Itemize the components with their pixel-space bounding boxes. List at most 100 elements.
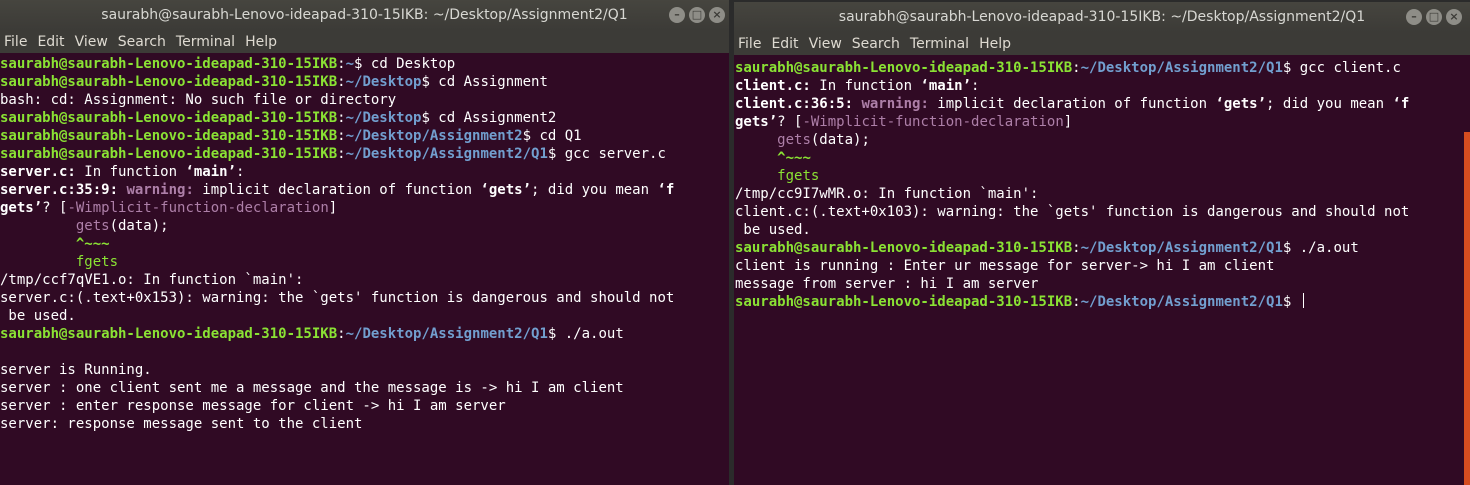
caret-marker: ^~~~: [777, 150, 811, 166]
menu-terminal[interactable]: Terminal: [176, 34, 235, 50]
close-button[interactable]: ×: [709, 7, 725, 23]
output-text: :: [1072, 294, 1081, 310]
menu-file[interactable]: File: [4, 34, 27, 50]
terminal-line: bash: cd: Assignment: No such file or di…: [0, 91, 729, 109]
output-text: ]: [1063, 114, 1073, 130]
menu-help[interactable]: Help: [979, 36, 1011, 52]
window-controls: – □ ×: [669, 7, 725, 23]
terminal-line: server is Running.: [0, 361, 729, 379]
suggestion-text: fgets: [75, 254, 119, 270]
terminal-line: client is running : Enter ur message for…: [735, 257, 1470, 275]
output-text: ; did you mean: [1266, 96, 1393, 112]
output-text: server : one client sent me a message an…: [0, 380, 624, 396]
code-token: gets: [75, 218, 110, 234]
prompt-path: ~: [345, 56, 355, 72]
output-text: be used.: [735, 222, 811, 238]
output-text: $ gcc server.c: [547, 146, 666, 162]
prompt-user: saurabh@saurabh-Lenovo-ideapad-310-15IKB: [0, 128, 338, 144]
warning-label: warning:: [861, 96, 938, 112]
output-text: $ cd Q1: [522, 128, 582, 144]
prompt-user: saurabh@saurabh-Lenovo-ideapad-310-15IKB: [0, 146, 338, 162]
terminal-line: saurabh@saurabh-Lenovo-ideapad-310-15IKB…: [0, 73, 729, 91]
terminal-line: fgets: [735, 167, 1470, 185]
terminal-line: gets(data);: [735, 131, 1470, 149]
output-text: :: [1072, 60, 1081, 76]
output-text: In function: [810, 78, 921, 94]
terminal-window-right[interactable]: saurabh@saurabh-Lenovo-ideapad-310-15IKB…: [734, 2, 1470, 485]
terminal-line: client.c: In function ‘main’:: [735, 77, 1470, 95]
prompt-user: saurabh@saurabh-Lenovo-ideapad-310-15IKB: [0, 56, 338, 72]
output-text: server: response message sent to the cli…: [0, 416, 363, 432]
menubar-left: File Edit View Search Terminal Help: [0, 30, 729, 53]
menu-terminal[interactable]: Terminal: [910, 36, 969, 52]
output-text: /tmp/ccf7qVE1.o: In function `main':: [0, 272, 304, 288]
output-text: :: [337, 74, 346, 90]
terminal-line: server : enter response message for clie…: [0, 397, 729, 415]
output-text: $: [1282, 294, 1300, 310]
warning-label: warning:: [126, 182, 203, 198]
minimize-button[interactable]: –: [669, 7, 685, 23]
menu-view[interactable]: View: [75, 34, 108, 50]
menu-help[interactable]: Help: [245, 34, 277, 50]
terminal-line: server.c:35:9: warning: implicit declara…: [0, 181, 729, 199]
warning-flag: -Wimplicit-function-declaration: [67, 200, 329, 216]
output-text: /tmp/cc9I7wMR.o: In function `main':: [735, 186, 1039, 202]
terminal-line: fgets: [0, 253, 729, 271]
output-text: $ cd Assignment: [421, 74, 548, 90]
terminal-line: saurabh@saurabh-Lenovo-ideapad-310-15IKB…: [735, 59, 1470, 77]
terminal-output[interactable]: saurabh@saurabh-Lenovo-ideapad-310-15IKB…: [0, 53, 729, 433]
output-text: ? [: [777, 114, 803, 130]
bold-text: client.c:: [735, 78, 811, 94]
maximize-button[interactable]: □: [1426, 9, 1442, 25]
terminal-line: saurabh@saurabh-Lenovo-ideapad-310-15IKB…: [735, 293, 1470, 311]
prompt-path: ~/Desktop/Assignment2/Q1: [1080, 240, 1283, 256]
output-text: :: [337, 146, 346, 162]
terminal-output[interactable]: saurabh@saurabh-Lenovo-ideapad-310-15IKB…: [734, 55, 1470, 311]
menu-search[interactable]: Search: [852, 36, 900, 52]
output-text: client is running : Enter ur message for…: [735, 258, 1275, 274]
prompt-user: saurabh@saurabh-Lenovo-ideapad-310-15IKB: [0, 74, 338, 90]
maximize-button[interactable]: □: [689, 7, 705, 23]
bold-text: gets’: [0, 200, 43, 216]
terminal-window-left[interactable]: saurabh@saurabh-Lenovo-ideapad-310-15IKB…: [0, 0, 729, 485]
terminal-line: ^~~~: [0, 235, 729, 253]
terminal-line: be used.: [735, 221, 1470, 239]
window-controls: – □ ×: [1406, 9, 1462, 25]
output-text: bash: cd: Assignment: No such file or di…: [0, 92, 397, 108]
bold-text: ‘f: [657, 182, 675, 198]
terminal-line: saurabh@saurabh-Lenovo-ideapad-310-15IKB…: [0, 109, 729, 127]
menu-edit[interactable]: Edit: [37, 34, 64, 50]
close-button[interactable]: ×: [1446, 9, 1462, 25]
bold-text: server.c:: [0, 164, 76, 180]
output-text: be used.: [0, 308, 76, 324]
bold-text: server.c:35:9:: [0, 182, 127, 198]
menu-search[interactable]: Search: [118, 34, 166, 50]
prompt-path: ~/Desktop/Assignment2/Q1: [1080, 294, 1283, 310]
bold-text: gets’: [735, 114, 778, 130]
output-text: (data);: [810, 132, 870, 148]
minimize-button[interactable]: –: [1406, 9, 1422, 25]
terminal-line: message from server : hi I am server: [735, 275, 1470, 293]
terminal-line: gets’? [-Wimplicit-function-declaration]: [0, 199, 729, 217]
prompt-user: saurabh@saurabh-Lenovo-ideapad-310-15IKB: [735, 294, 1073, 310]
menu-file[interactable]: File: [738, 36, 761, 52]
prompt-path: ~/Desktop: [345, 74, 422, 90]
terminal-line: client.c:(.text+0x103): warning: the `ge…: [735, 203, 1470, 221]
output-text: In function: [75, 164, 186, 180]
output-text: $ ./a.out: [1282, 240, 1359, 256]
bold-text: ‘gets’: [480, 182, 532, 198]
terminal-line: saurabh@saurabh-Lenovo-ideapad-310-15IKB…: [0, 55, 729, 73]
prompt-path: ~/Desktop: [345, 110, 422, 126]
output-text: :: [337, 110, 346, 126]
terminal-line: client.c:36:5: warning: implicit declara…: [735, 95, 1470, 113]
titlebar-right[interactable]: saurabh@saurabh-Lenovo-ideapad-310-15IKB…: [734, 2, 1470, 32]
terminal-line: saurabh@saurabh-Lenovo-ideapad-310-15IKB…: [0, 325, 729, 343]
prompt-user: saurabh@saurabh-Lenovo-ideapad-310-15IKB: [735, 60, 1073, 76]
suggestion-text: fgets: [777, 168, 820, 184]
menu-edit[interactable]: Edit: [771, 36, 798, 52]
menu-view[interactable]: View: [809, 36, 842, 52]
bold-text: client.c:36:5:: [735, 96, 862, 112]
titlebar-left[interactable]: saurabh@saurabh-Lenovo-ideapad-310-15IKB…: [0, 0, 729, 30]
